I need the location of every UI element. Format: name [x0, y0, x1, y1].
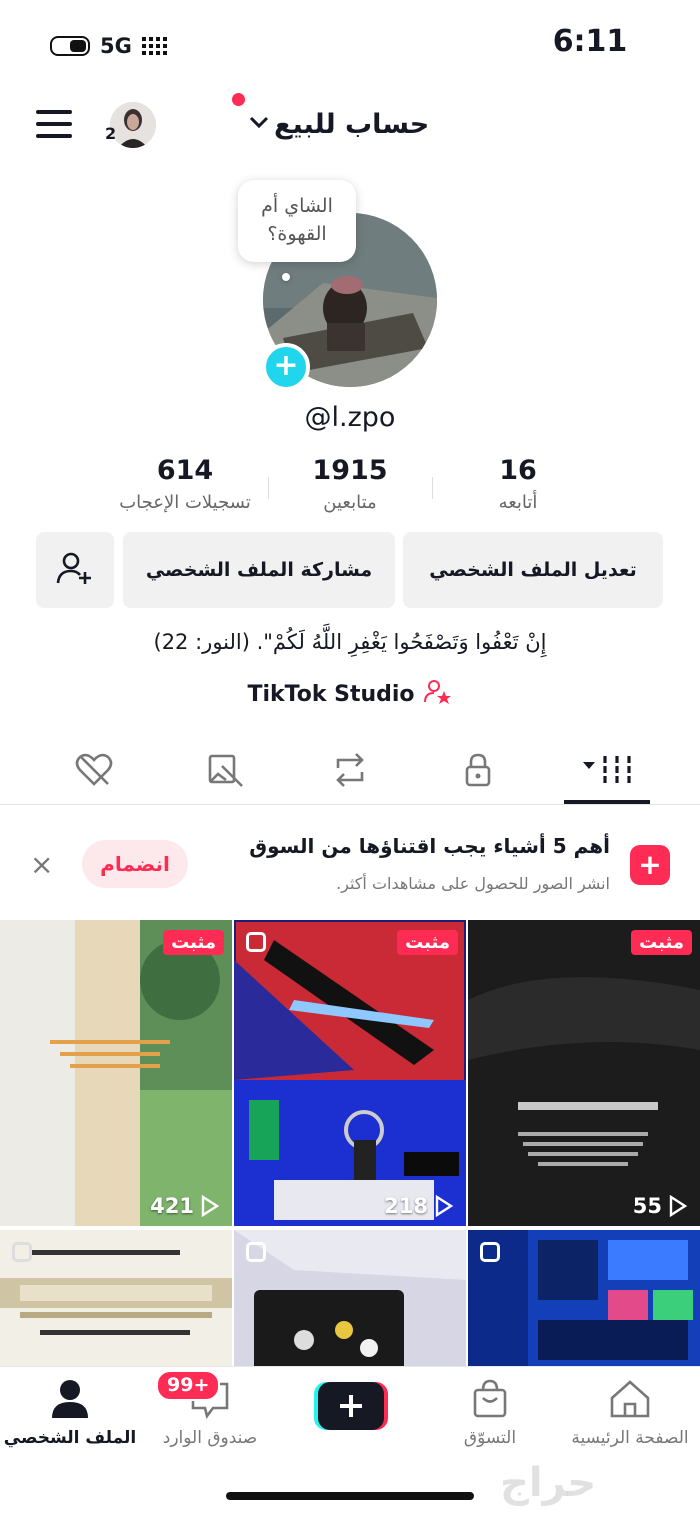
inbox-badge: 99+	[156, 1370, 221, 1401]
video-thumbnail[interactable]	[234, 1230, 466, 1380]
pinned-badge: مثبت	[163, 930, 224, 955]
nav-home[interactable]: الصفحة الرئيسية	[560, 1378, 700, 1448]
status-time: 6:11	[552, 24, 628, 59]
tabs-divider	[0, 804, 700, 805]
creator-star-icon	[423, 678, 453, 710]
play-icon	[201, 1195, 220, 1217]
add-friend-button[interactable]	[36, 532, 114, 608]
profile-icon	[47, 1380, 93, 1424]
pinned-badge: مثبت	[397, 930, 458, 955]
edit-profile-button[interactable]: تعديل الملف الشخصي	[403, 532, 663, 608]
note-bubble[interactable]: الشاي أم القهوة؟	[238, 180, 356, 262]
view-count: 421	[150, 1194, 220, 1218]
network-type: 5G	[100, 34, 132, 58]
battery-icon	[50, 36, 90, 56]
join-button[interactable]: انضمام	[82, 840, 188, 888]
account-switcher[interactable]: حساب للبيع	[248, 104, 429, 144]
promo-subtitle: انشر الصور للحصول على مشاهدات أكثر.	[336, 874, 610, 893]
view-count: 55	[633, 1194, 688, 1218]
video-thumbnail[interactable]	[468, 1230, 700, 1380]
studio-label: TikTok Studio	[247, 681, 415, 707]
create-button[interactable]	[314, 1382, 388, 1430]
stat-likes[interactable]: 614 تسجيلات الإعجاب	[85, 455, 285, 513]
account-title: حساب للبيع	[274, 108, 430, 140]
note-bubble-tail	[282, 273, 290, 281]
close-icon[interactable]: ×	[30, 848, 53, 881]
menu-icon[interactable]	[36, 110, 72, 138]
shopping-bag-icon	[467, 1379, 513, 1424]
tab-private[interactable]	[448, 748, 508, 796]
add-user-icon	[55, 548, 95, 593]
notification-dot	[232, 93, 245, 106]
share-profile-button[interactable]: مشاركة الملف الشخصي	[123, 532, 395, 608]
account-count-badge: 2	[105, 124, 117, 143]
tab-reposts[interactable]	[320, 748, 380, 796]
play-icon	[669, 1195, 688, 1217]
status-left: 5G	[50, 33, 167, 59]
promo-title: أهم 5 أشياء يجب اقتناؤها من السوق	[249, 834, 610, 858]
add-photo-button[interactable]: +	[262, 343, 310, 391]
view-count: 218	[384, 1194, 454, 1218]
chevron-down-icon	[248, 111, 270, 137]
lock-icon	[458, 752, 498, 792]
add-post-icon: +	[630, 845, 670, 885]
tab-saved[interactable]	[194, 748, 254, 796]
liked-hidden-icon	[74, 752, 114, 792]
tab-videos[interactable]	[574, 748, 644, 796]
select-checkbox[interactable]	[246, 1242, 266, 1262]
repost-icon	[330, 752, 370, 792]
select-checkbox[interactable]	[12, 1242, 32, 1262]
signal-icon	[141, 37, 167, 55]
video-thumbnail[interactable]: مثبت 218	[234, 920, 466, 1226]
nav-profile[interactable]: الملف الشخصي	[0, 1378, 140, 1448]
bookmark-hidden-icon	[204, 752, 244, 792]
nav-shop[interactable]: التسوّق	[420, 1378, 560, 1448]
home-indicator	[226, 1492, 474, 1500]
video-thumbnail[interactable]	[0, 1230, 232, 1380]
tiktok-studio-link[interactable]: TikTok Studio	[0, 678, 700, 710]
video-thumbnail[interactable]: مثبت 421	[0, 920, 232, 1226]
video-thumbnail[interactable]: مثبت 55	[468, 920, 700, 1226]
home-icon	[607, 1380, 653, 1424]
account-avatar[interactable]	[110, 102, 156, 148]
play-icon	[435, 1195, 454, 1217]
inbox-icon	[187, 1382, 233, 1424]
username: @l.zpo	[304, 402, 396, 433]
grid-videos-icon	[581, 752, 637, 792]
tab-liked[interactable]	[64, 748, 124, 796]
pinned-badge: مثبت	[631, 930, 692, 955]
watermark: حراج	[500, 1460, 597, 1506]
select-checkbox[interactable]	[480, 1242, 500, 1262]
select-checkbox[interactable]	[246, 932, 266, 952]
profile-bio: إِنْ تَعْفُوا وَتَصْفَحُوا يَغْفِرِ اللَ…	[153, 630, 547, 654]
